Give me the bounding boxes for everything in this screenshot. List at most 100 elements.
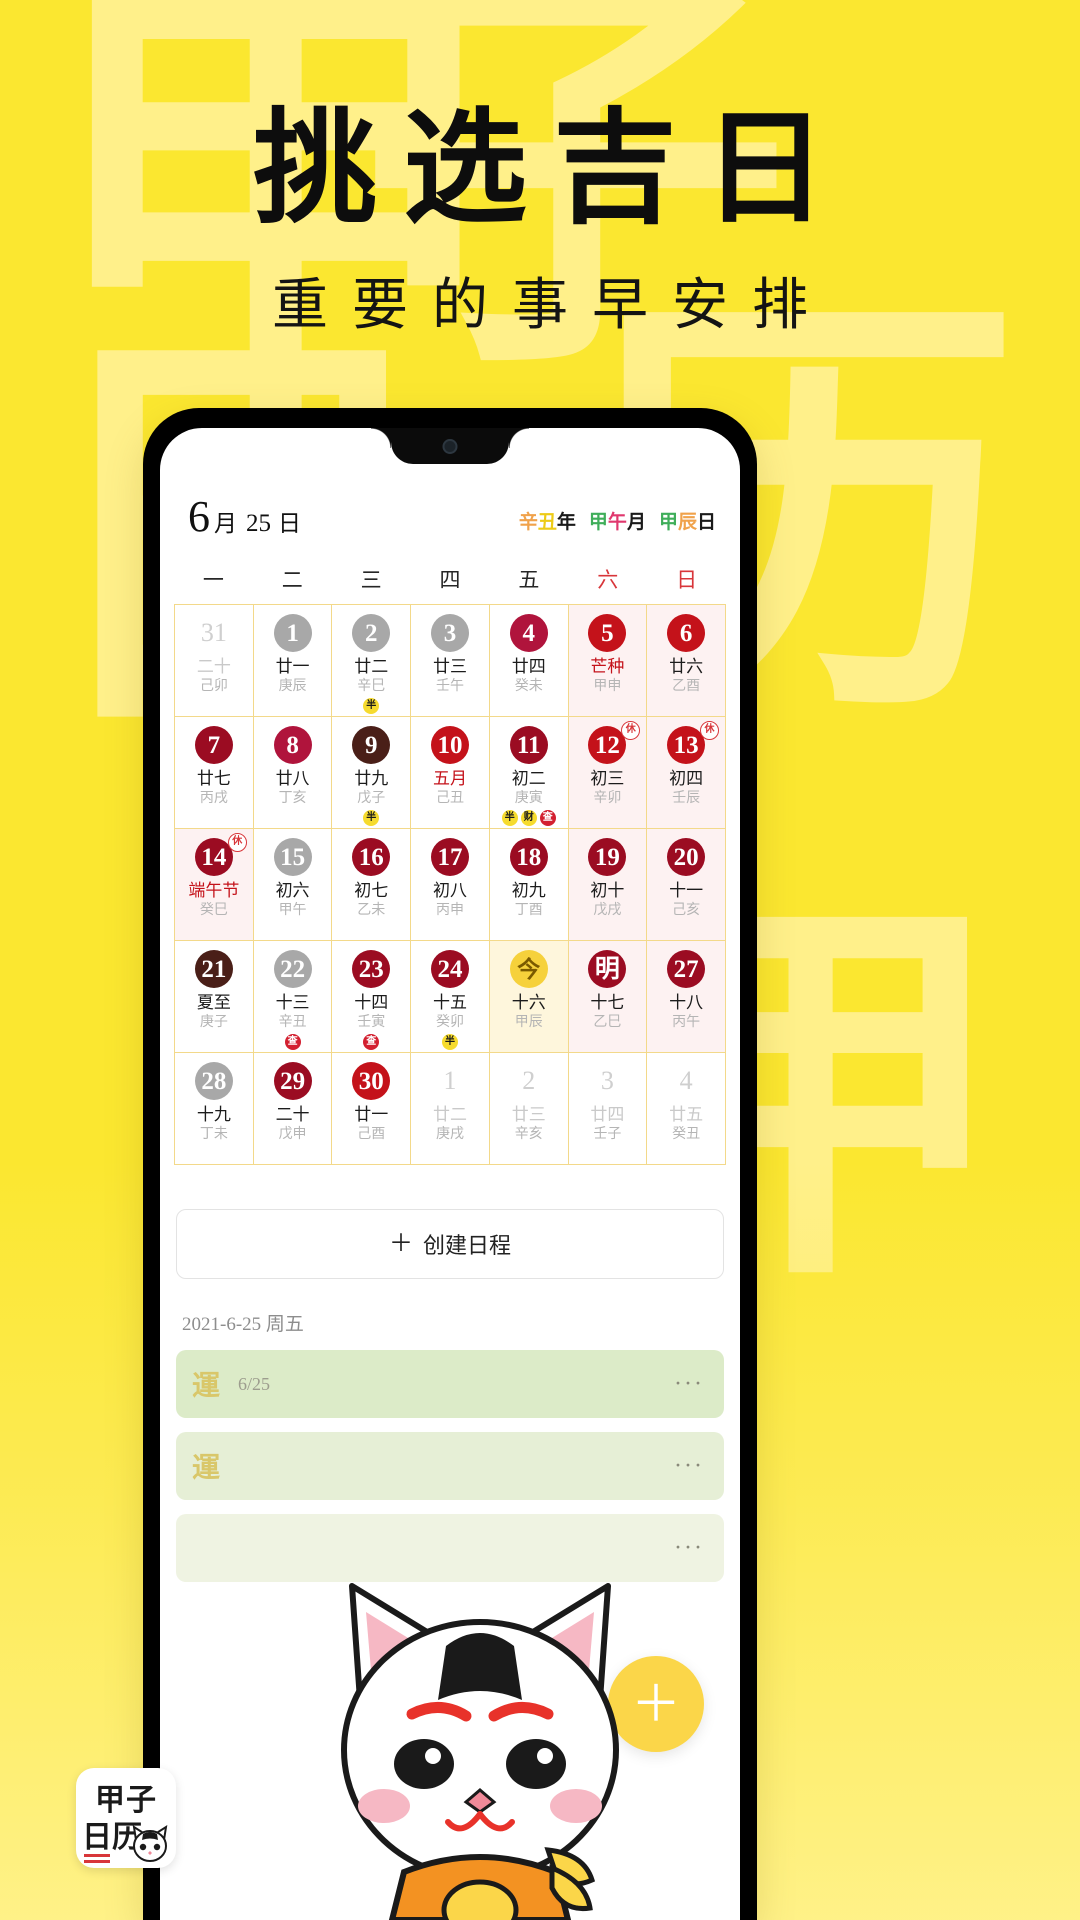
calendar-day-cell[interactable]: 28 十九 丁未 xyxy=(175,1053,254,1165)
list-item[interactable]: 運 ··· xyxy=(176,1432,724,1500)
calendar-day-cell[interactable]: 明十七 乙巳 xyxy=(568,941,648,1053)
calendar-ganzhi-label: 辛丑 xyxy=(278,1015,307,1030)
calendar-day-cell[interactable]: 31 二十 己卯 xyxy=(175,605,254,717)
calendar-day-cell[interactable]: 2 廿二 辛巳半 xyxy=(332,605,412,717)
calendar-day-cell[interactable]: 7 廿七 丙戌 xyxy=(175,717,254,829)
calendar-lunar-label: 廿三 xyxy=(511,1105,546,1124)
calendar-day-cell[interactable]: 今十六 甲辰 xyxy=(489,941,569,1053)
calendar-ganzhi-label: 壬子 xyxy=(593,1127,622,1142)
calendar-day-cell[interactable]: 12 初三 辛卯休 xyxy=(568,717,648,829)
calendar-ganzhi-label: 己酉 xyxy=(357,1127,386,1142)
calendar-lunar-label: 十七 xyxy=(590,993,625,1012)
calendar-day-number: 9 xyxy=(352,726,391,764)
calendar-day-cell[interactable]: 14 端午节 癸巳休 xyxy=(175,829,254,941)
calendar-lunar-label: 廿三 xyxy=(432,657,467,676)
calendar-day-number: 明 xyxy=(588,950,627,988)
calendar-lunar-label: 二十 xyxy=(275,1105,310,1124)
calendar-ganzhi-label: 辛卯 xyxy=(593,791,622,806)
calendar-day-cell[interactable]: 15 初六 甲午 xyxy=(253,829,333,941)
calendar-day-cell[interactable]: 17 初八 丙申 xyxy=(411,829,490,941)
calendar-lunar-label: 初六 xyxy=(275,881,310,900)
calendar-day-cell[interactable]: 4 廿五 癸丑 xyxy=(647,1053,726,1165)
calendar-badges: 半 xyxy=(363,810,380,826)
calendar-day-number: 1 xyxy=(443,1066,457,1095)
calendar-badges: 半 xyxy=(441,1034,458,1050)
ganzhi-day: 甲辰日 xyxy=(659,507,716,534)
calendar-day-cell[interactable]: 5 芒种 甲申 xyxy=(568,605,648,717)
calendar-day-number: 20 xyxy=(667,838,706,876)
calendar-ganzhi-label: 庚戌 xyxy=(435,1127,464,1142)
header-month-unit: 月 xyxy=(214,511,237,536)
calendar-day-number: 16 xyxy=(352,838,391,876)
rest-day-badge: 休 xyxy=(700,721,719,740)
calendar-ganzhi-label: 庚寅 xyxy=(514,791,543,806)
calendar-day-cell[interactable]: 20 十一 己亥 xyxy=(647,829,726,941)
calendar-day-cell[interactable]: 11 初二 庚寅半财查 xyxy=(489,717,569,829)
calendar-day-number: 3 xyxy=(600,1066,614,1095)
logo-stripe-1 xyxy=(84,1854,110,1857)
calendar-day-number: 4 xyxy=(509,614,548,652)
list-item[interactable]: 運 6/25 ··· xyxy=(176,1350,724,1418)
badge-cha-icon: 查 xyxy=(539,810,556,826)
current-date-title[interactable]: 6 月 25 日 xyxy=(188,492,301,541)
calendar-day-number: 5 xyxy=(588,614,627,652)
calendar-day-cell[interactable]: 10 五月 己丑 xyxy=(411,717,490,829)
calendar-day-cell[interactable]: 3 廿四 壬子 xyxy=(568,1053,648,1165)
calendar-day-cell[interactable]: 30 廿一 己酉 xyxy=(332,1053,412,1165)
calendar-day-cell[interactable]: 23 十四 壬寅查 xyxy=(332,941,412,1053)
calendar-day-cell[interactable]: 29 二十 戊申 xyxy=(253,1053,333,1165)
calendar-ganzhi-label: 甲申 xyxy=(593,679,622,694)
calendar-grid[interactable]: 31 二十 己卯 1 廿一 庚辰 2 廿二 辛巳半 3 廿三 壬午 4 廿四 癸未 5 芒种 甲申 6 廿六 乙酉 7 廿七… xyxy=(174,604,726,1165)
ganzhi-month-stem: 甲 xyxy=(588,512,608,533)
calendar-lunar-label: 初十 xyxy=(590,881,625,900)
calendar-day-cell[interactable]: 16 初七 乙未 xyxy=(332,829,412,941)
weekday-2: 二 xyxy=(281,568,303,592)
calendar-day-number: 4 xyxy=(679,1066,693,1095)
calendar-day-cell[interactable]: 1 廿二庚戌 xyxy=(411,1053,490,1165)
calendar-day-cell[interactable]: 27 十八 丙午 xyxy=(647,941,726,1053)
calendar-lunar-label: 十八 xyxy=(669,993,704,1012)
badge-cha-icon: 查 xyxy=(284,1034,301,1050)
calendar-lunar-label: 初八 xyxy=(432,881,467,900)
calendar-day-cell[interactable]: 21 夏至 庚子 xyxy=(175,941,254,1053)
calendar-lunar-label: 廿二 xyxy=(432,1105,467,1124)
calendar-day-cell[interactable]: 9 廿九 戊子半 xyxy=(332,717,412,829)
phone-notch xyxy=(371,428,529,464)
header-day-unit: 日 xyxy=(278,511,301,536)
calendar-ganzhi-label: 己亥 xyxy=(672,903,701,918)
calendar-ganzhi-label: 乙酉 xyxy=(672,679,701,694)
rest-day-badge: 休 xyxy=(621,721,641,740)
calendar-lunar-label: 二十 xyxy=(196,657,231,676)
more-icon[interactable]: ··· xyxy=(674,1535,704,1562)
calendar-ganzhi-label: 丁酉 xyxy=(514,903,543,918)
calendar-day-cell[interactable]: 24 十五 癸卯半 xyxy=(411,941,490,1053)
calendar-day-number: 17 xyxy=(430,838,469,876)
calendar-day-number: 2 xyxy=(352,614,391,652)
list-item-label: 運 xyxy=(192,1453,221,1484)
calendar-day-cell[interactable]: 2 廿三 辛亥 xyxy=(489,1053,569,1165)
weekday-header: 一二三四五六日 xyxy=(174,564,726,594)
ganzhi-month-branch: 午 xyxy=(607,512,627,533)
calendar-day-cell[interactable]: 6 廿六 乙酉 xyxy=(647,605,726,717)
more-icon[interactable]: ··· xyxy=(674,1371,704,1398)
calendar-day-cell[interactable]: 3 廿三 壬午 xyxy=(411,605,490,717)
more-icon[interactable]: ··· xyxy=(674,1453,704,1480)
ganzhi-group: 辛丑年 甲午月 甲辰日 xyxy=(519,507,716,538)
calendar-day-cell[interactable]: 13 初四 壬辰休 xyxy=(647,717,726,829)
calendar-day-cell[interactable]: 22 十三 辛丑查 xyxy=(253,941,333,1053)
calendar-day-cell[interactable]: 19 初十 戊戌 xyxy=(568,829,648,941)
calendar-ganzhi-label: 壬午 xyxy=(435,679,464,694)
create-schedule-button[interactable]: ＋ 创建日程 xyxy=(176,1209,724,1279)
calendar-day-cell[interactable]: 8 廿八 丁亥 xyxy=(253,717,333,829)
calendar-lunar-label: 廿八 xyxy=(275,769,310,788)
front-camera-icon xyxy=(442,439,458,454)
calendar-day-number: 19 xyxy=(588,838,627,876)
calendar-day-cell[interactable]: 1 廿一 庚辰 xyxy=(253,605,333,717)
calendar-day-cell[interactable]: 18 初九 丁酉 xyxy=(489,829,569,941)
header-month: 6 xyxy=(188,492,210,541)
calendar-day-cell[interactable]: 4 廿四 癸未 xyxy=(489,605,569,717)
ganzhi-day-stem: 甲 xyxy=(658,512,678,533)
calendar-lunar-label: 廿一 xyxy=(275,657,310,676)
ganzhi-year: 辛丑年 xyxy=(519,507,576,534)
calendar-badges: 半财查 xyxy=(501,810,556,826)
